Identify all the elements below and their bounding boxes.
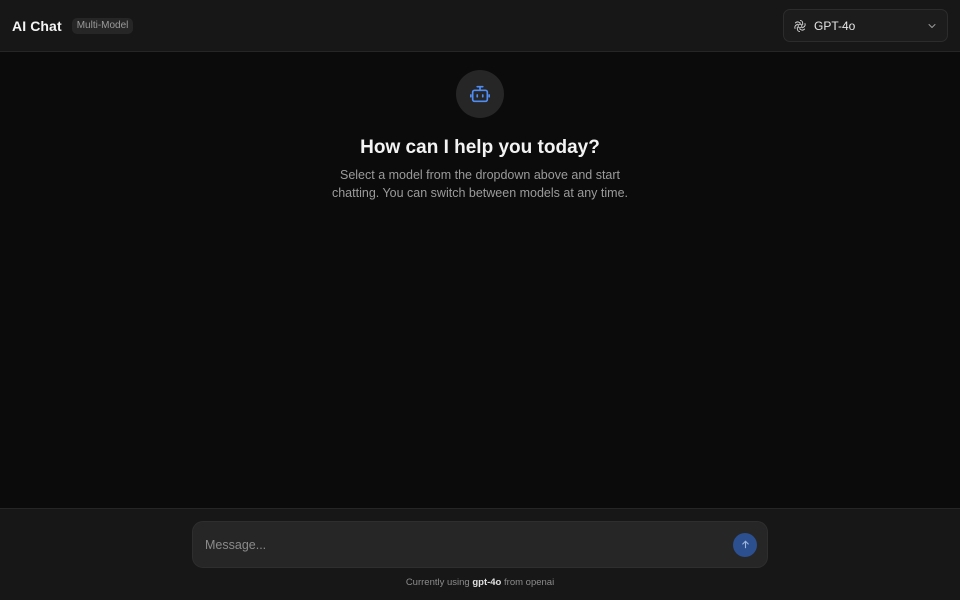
openai-icon: [793, 19, 807, 33]
status-prefix: Currently using: [405, 577, 470, 588]
composer-bar: Currently using gpt-4o from openai: [0, 508, 960, 600]
status-model: gpt-4o: [472, 577, 502, 588]
top-bar: AI Chat Multi-Model GPT-4o: [0, 0, 960, 52]
app-window: AI Chat Multi-Model GPT-4o How can I hel…: [0, 0, 960, 600]
message-input[interactable]: [205, 537, 733, 552]
chevron-down-icon: [926, 20, 938, 32]
message-composer: [192, 521, 768, 568]
model-selector[interactable]: GPT-4o: [783, 9, 948, 42]
welcome-title: How can I help you today?: [360, 137, 600, 158]
mode-badge: Multi-Model: [71, 17, 134, 34]
send-button[interactable]: [733, 532, 757, 557]
model-status: Currently using gpt-4o from openai: [0, 577, 960, 588]
brand: AI Chat Multi-Model: [12, 17, 134, 34]
bot-icon: [456, 70, 504, 118]
status-middle: from: [504, 577, 524, 588]
chat-area: How can I help you today? Select a model…: [0, 53, 960, 508]
model-selector-label: GPT-4o: [814, 18, 856, 33]
arrow-up-icon: [741, 540, 749, 549]
welcome-subtitle: Select a model from the dropdown above a…: [331, 168, 628, 200]
status-provider: openai: [525, 577, 555, 588]
app-title: AI Chat: [12, 17, 62, 34]
